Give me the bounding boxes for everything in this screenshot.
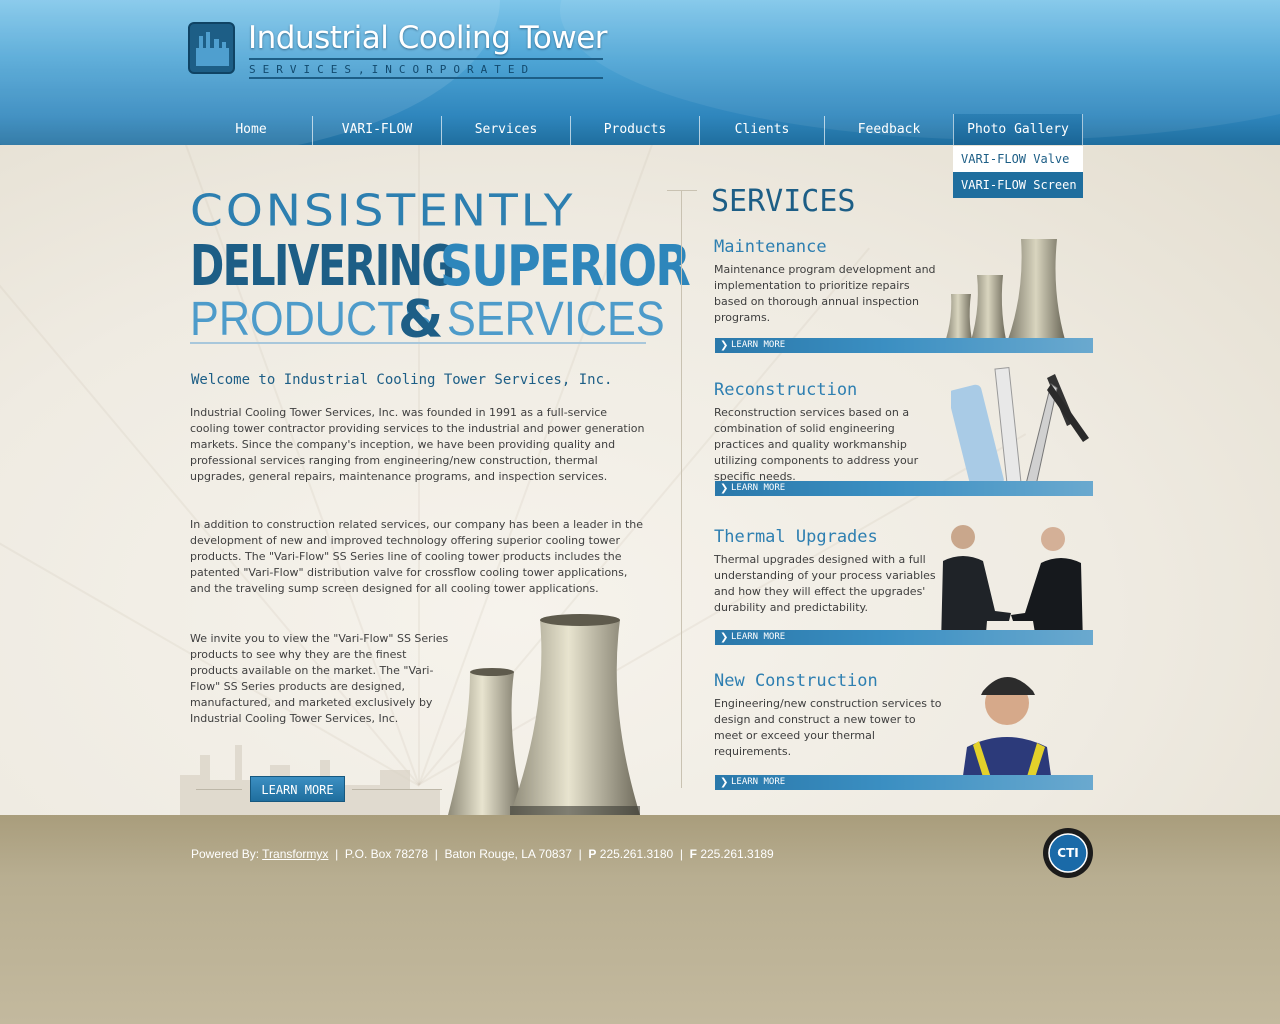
footer-fax: 225.261.3189 — [700, 847, 774, 861]
nav-products[interactable]: Products — [571, 114, 699, 145]
gallery-dropdown: VARI-FLOW Valve VARI-FLOW Screen — [953, 146, 1083, 198]
fax-label: F — [689, 847, 697, 861]
svg-text:CTI: CTI — [1057, 846, 1078, 860]
service-card-reconstruction: Reconstruction Reconstruction services b… — [713, 367, 1093, 497]
learn-more-link[interactable]: ❯ LEARN MORE — [715, 775, 1093, 790]
headline-word-services: SERVICES — [447, 293, 665, 346]
nav-feedback[interactable]: Feedback — [825, 114, 953, 145]
intro-paragraph: Industrial Cooling Tower Services, Inc. … — [190, 406, 645, 483]
construction-worker-image — [961, 677, 1053, 790]
powered-by-link[interactable]: Transformyx — [262, 847, 328, 861]
blueprint-tools-image — [951, 367, 1089, 492]
logo-name: Industrial Cooling Tower — [248, 20, 608, 56]
nav-home[interactable]: Home — [190, 114, 312, 145]
nav-vari-flow[interactable]: VARI-FLOW — [313, 114, 441, 145]
footer-phone: 225.261.3180 — [599, 847, 674, 861]
headline-ampersand: & — [398, 290, 444, 350]
footer-address: P.O. Box 78278 — [344, 847, 429, 861]
service-description: Thermal upgrades designed with a full un… — [714, 553, 936, 614]
chevron-right-icon: ❯ — [720, 340, 729, 351]
nav-photo-gallery[interactable]: Photo Gallery — [953, 114, 1083, 145]
cooling-towers-image — [941, 239, 1069, 353]
cti-badge-logo[interactable]: CTI — [1042, 827, 1094, 879]
site-footer: Powered By: Transformyx | P.O. Box 78278… — [0, 815, 1280, 1024]
learn-more-rule — [196, 789, 242, 790]
chevron-right-icon: ❯ — [720, 632, 729, 643]
welcome-title: Welcome to Industrial Cooling Tower Serv… — [191, 372, 613, 388]
chevron-right-icon: ❯ — [720, 483, 729, 494]
nav-services[interactable]: Services — [442, 114, 570, 145]
service-description: Maintenance program development and impl… — [714, 263, 936, 324]
logo-rule — [249, 58, 603, 60]
headline-word-superior: SUPERIOR — [440, 234, 691, 299]
footer-city: Baton Rouge, LA 70837 — [444, 847, 572, 861]
phone-label: P — [588, 847, 597, 861]
column-divider — [667, 190, 697, 191]
service-card-thermal-upgrades: Thermal Upgrades Thermal upgrades design… — [713, 525, 1093, 645]
headline-line-1: CONSISTENTLY — [190, 186, 576, 237]
cooling-towers-image — [448, 614, 640, 815]
factory-icon — [188, 22, 235, 74]
learn-more-link[interactable]: ❯ LEARN MORE — [715, 481, 1093, 496]
dropdown-item-vari-flow-screen[interactable]: VARI-FLOW Screen — [953, 172, 1083, 198]
service-title: Thermal Upgrades — [714, 527, 878, 547]
column-divider — [681, 190, 682, 788]
service-description: Engineering/new construction services to… — [714, 697, 942, 758]
learn-more-button[interactable]: LEARN MORE — [250, 776, 345, 802]
service-description: Reconstruction services based on a combi… — [714, 406, 919, 483]
learn-more-label: LEARN MORE — [731, 632, 786, 642]
chevron-right-icon: ❯ — [720, 777, 729, 788]
service-card-maintenance: Maintenance Maintenance program developm… — [713, 237, 1093, 354]
learn-more-link[interactable]: ❯ LEARN MORE — [715, 338, 1093, 353]
learn-more-rule — [352, 789, 442, 790]
handshake-image — [941, 525, 1083, 645]
learn-more-label: LEARN MORE — [731, 483, 786, 493]
headline-rule — [190, 342, 646, 344]
logo-rule — [249, 77, 603, 79]
footer-info: Powered By: Transformyx | P.O. Box 78278… — [191, 847, 774, 861]
logo-subtitle: SERVICES,INCORPORATED — [249, 63, 536, 76]
service-title: Maintenance — [714, 237, 827, 257]
services-heading: SERVICES — [711, 184, 856, 219]
service-title: New Construction — [714, 671, 878, 691]
service-title: Reconstruction — [714, 380, 858, 400]
headline-word-products: PRODUCTS — [190, 293, 433, 346]
site-header: Industrial Cooling Tower SERVICES,INCORP… — [0, 0, 1280, 145]
intro-paragraph: In addition to construction related serv… — [190, 518, 644, 595]
intro-paragraph: We invite you to view the "Vari-Flow" SS… — [190, 632, 449, 725]
powered-by-label: Powered By: — [191, 847, 260, 861]
dropdown-item-vari-flow-valve[interactable]: VARI-FLOW Valve — [953, 146, 1083, 172]
service-card-new-construction: New Construction Engineering/new constru… — [713, 671, 1093, 790]
learn-more-link[interactable]: ❯ LEARN MORE — [715, 630, 1093, 645]
nav-clients[interactable]: Clients — [700, 114, 824, 145]
learn-more-label: LEARN MORE — [731, 777, 786, 787]
learn-more-label: LEARN MORE — [731, 340, 786, 350]
